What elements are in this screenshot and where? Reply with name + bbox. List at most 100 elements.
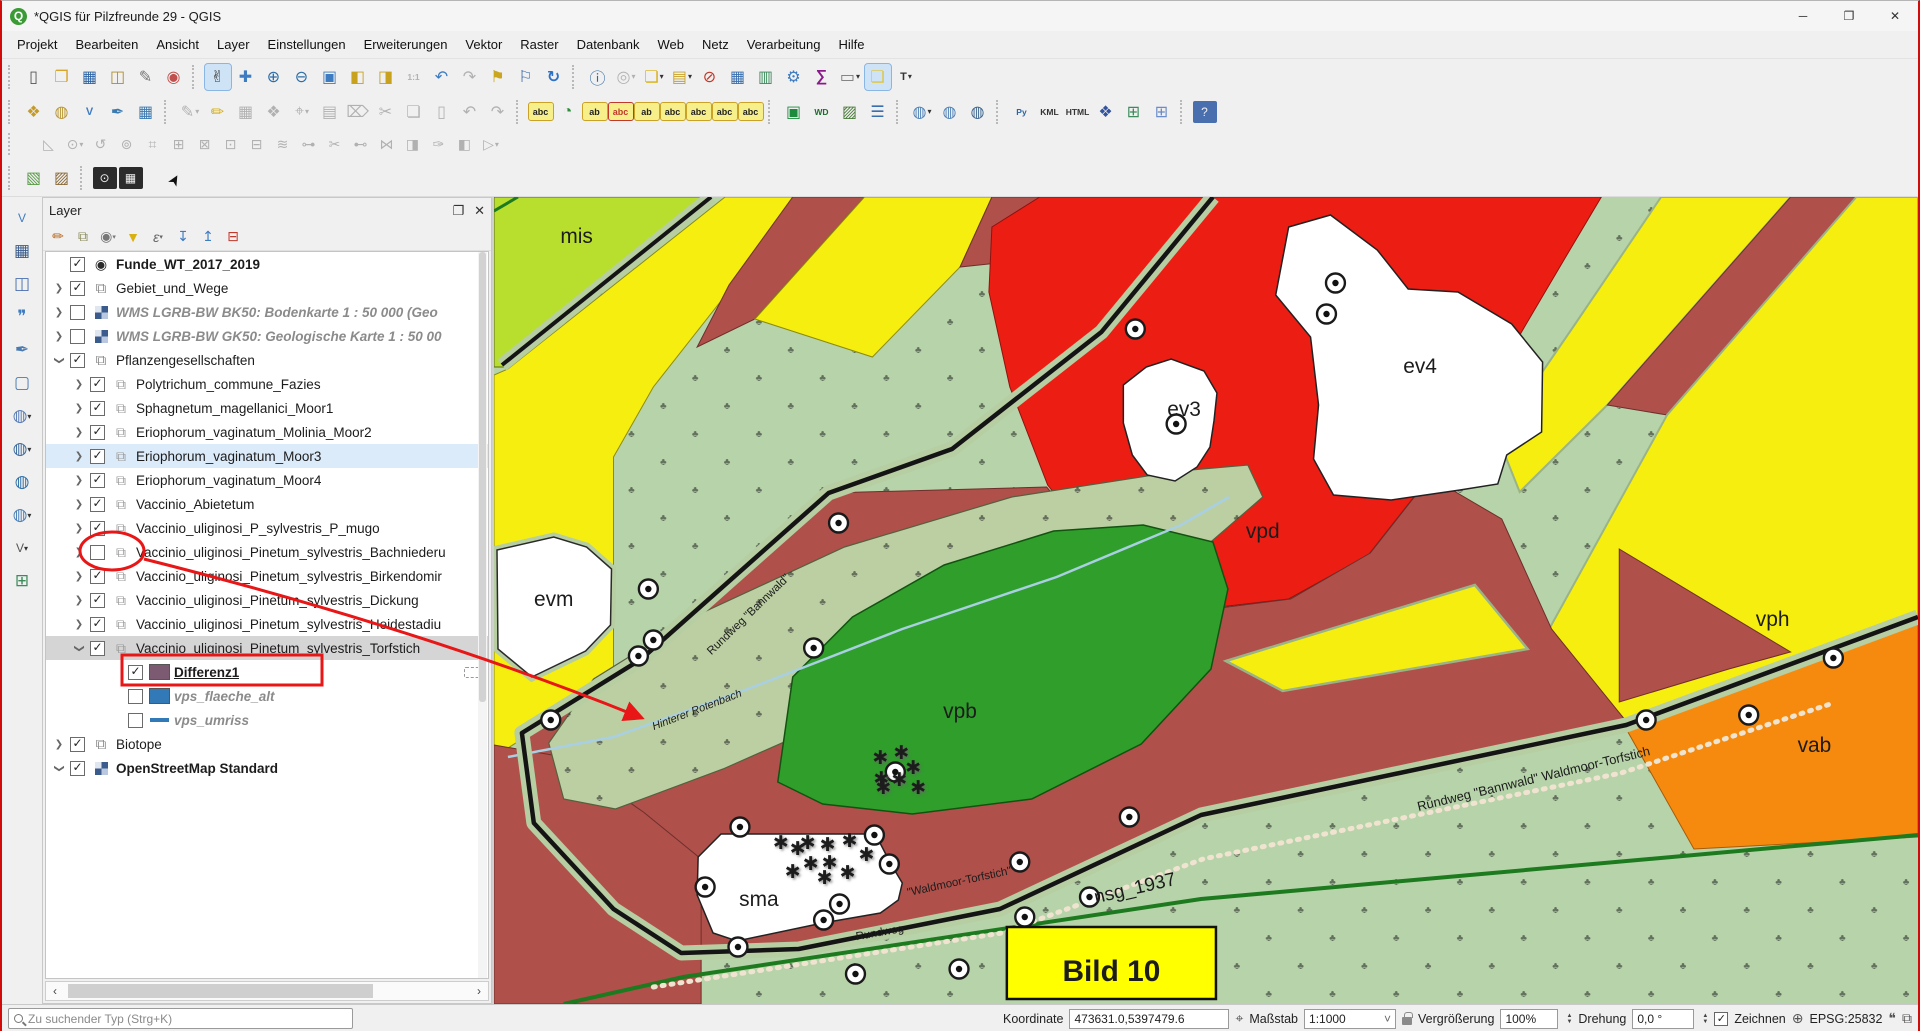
layer-tree-row[interactable]: Vaccinio_uliginosi_Pinetum_sylvestris_To…	[46, 636, 488, 660]
photo-plugin-icon[interactable]: ▨	[837, 99, 863, 125]
undo-icon[interactable]: ↶	[457, 99, 483, 125]
text-annotation-icon[interactable]: T▾	[893, 64, 919, 90]
layer-name[interactable]: vps_flaeche_alt	[174, 689, 275, 704]
layer-checkbox[interactable]	[128, 689, 143, 704]
layer-tree-row[interactable]: Vaccinio_uliginosi_P_sylvestris_P_mugo	[46, 516, 488, 540]
layer-checkbox[interactable]	[90, 545, 105, 560]
zoom-native-icon[interactable]: 1:1	[401, 64, 427, 90]
rotation-spinner[interactable]: ▲▼	[1702, 1013, 1708, 1025]
tree-vertical-scrollbar[interactable]	[478, 252, 487, 978]
crs-value[interactable]: EPSG:25832	[1809, 1012, 1882, 1026]
layer-name[interactable]: Vaccinio_uliginosi_P_sylvestris_P_mugo	[136, 521, 380, 536]
merge-features-icon[interactable]: ⋈	[375, 133, 399, 155]
add-layer-stack-icon[interactable]: ❖	[21, 99, 47, 125]
layer-checkbox[interactable]	[90, 449, 105, 464]
add-delimited-text-icon[interactable]: ❞	[8, 304, 36, 330]
layer-name[interactable]: Polytrichum_commune_Fazies	[136, 377, 321, 392]
layer-name[interactable]: Vaccinio_uliginosi_Pinetum_sylvestris_He…	[136, 617, 441, 632]
plugin-blue-icon[interactable]: ❖	[1093, 99, 1119, 125]
zoom-to-layer-icon[interactable]: ◧	[345, 64, 371, 90]
layer-name[interactable]: Eriophorum_vaginatum_Molinia_Moor2	[136, 425, 372, 440]
layer-checkbox[interactable]	[128, 665, 143, 680]
scrollbar-thumb[interactable]	[68, 984, 373, 998]
toolbar-grip[interactable]	[572, 65, 580, 89]
new-print-layout-icon[interactable]: ◫	[105, 64, 131, 90]
rotate-feature-icon[interactable]: ↺	[89, 133, 113, 155]
layer-tree-row[interactable]: Gebiet_und_Wege	[46, 276, 488, 300]
scale-combobox[interactable]: 1:1000 ˅	[1304, 1009, 1396, 1029]
coordinate-input[interactable]: 473631.0,5397479.6	[1069, 1009, 1229, 1029]
change-label-icon[interactable]: abc	[739, 103, 763, 120]
layer-tree-row[interactable]: WMS LGRB-BW GK50: Geologische Karte 1 : …	[46, 324, 488, 348]
add-gpx-layer-icon[interactable]: ▢	[8, 370, 36, 396]
fill-ring-icon[interactable]: ⊠	[193, 133, 217, 155]
layer-tree-row[interactable]: vps_flaeche_alt	[46, 684, 488, 708]
toolbar-grip[interactable]	[8, 65, 16, 89]
menu-item[interactable]: Vektor	[456, 33, 511, 56]
layer-tree-row[interactable]: Differenz1	[46, 660, 488, 684]
rotate-label-icon[interactable]: abc	[713, 103, 737, 120]
processing-toolbox-icon[interactable]: ⚙	[781, 64, 807, 90]
layer-checkbox[interactable]	[70, 761, 85, 776]
layer-name[interactable]: Vaccinio_uliginosi_Pinetum_sylvestris_To…	[136, 641, 420, 656]
layer-diagram-icon[interactable]: ◔	[555, 99, 581, 125]
color-grid-icon[interactable]: ⊞	[1121, 99, 1147, 125]
offset-curve-icon[interactable]: ⊶	[297, 133, 321, 155]
maximize-button[interactable]: ❐	[1826, 1, 1872, 31]
new-geopackage-icon[interactable]: V	[77, 99, 103, 125]
expander-icon[interactable]	[50, 307, 68, 318]
open-project-icon[interactable]: ❐	[49, 64, 75, 90]
add-postgis-icon[interactable]: ◍▾	[8, 403, 36, 429]
search-globe-icon[interactable]: ◍	[937, 99, 963, 125]
layout-manager-icon[interactable]: ✎	[133, 64, 159, 90]
layer-checkbox[interactable]	[90, 641, 105, 656]
menu-item[interactable]: Web	[648, 33, 693, 56]
magnifier-input[interactable]: 100%	[1500, 1009, 1558, 1029]
identify-features-icon[interactable]: ⓘ	[585, 64, 611, 90]
new-project-icon[interactable]: ▯	[21, 64, 47, 90]
layer-tree-row[interactable]: Vaccinio_uliginosi_Pinetum_sylvestris_Bi…	[46, 564, 488, 588]
layer-tree-row[interactable]: Vaccinio_uliginosi_Pinetum_sylvestris_Ba…	[46, 540, 488, 564]
layer-name[interactable]: WMS LGRB-BW GK50: Geologische Karte 1 : …	[116, 329, 442, 344]
menu-item[interactable]: Netz	[693, 33, 738, 56]
mouse-position-icon[interactable]: ⌖	[1235, 1010, 1243, 1027]
rotation-input[interactable]: 0,0 °	[1632, 1009, 1694, 1029]
modify-attributes-icon[interactable]: ▤	[317, 99, 343, 125]
minimize-button[interactable]: ─	[1780, 1, 1826, 31]
add-wfs-layer-icon[interactable]: ◍▾	[8, 436, 36, 462]
copy-features-icon[interactable]: ❏	[401, 99, 427, 125]
filter-expression-icon[interactable]: ε▾	[147, 226, 169, 248]
layer-checkbox[interactable]	[90, 569, 105, 584]
expander-icon[interactable]	[70, 427, 88, 438]
menu-item[interactable]: Bearbeiten	[66, 33, 147, 56]
layer-checkbox[interactable]	[128, 713, 143, 728]
html-tools-icon[interactable]: HTML	[1065, 99, 1091, 125]
delete-part-icon[interactable]: ⊟	[245, 133, 269, 155]
move-feature-icon[interactable]: ⊙▾	[63, 133, 87, 155]
render-checkbox[interactable]	[1714, 1012, 1728, 1026]
expander-icon[interactable]	[70, 403, 88, 414]
toolbar-grip[interactable]	[996, 100, 1004, 124]
layer-tree-row[interactable]: vps_umriss	[46, 708, 488, 732]
refresh-map-icon[interactable]: ↻	[541, 64, 567, 90]
select-by-value-icon[interactable]: ▤▾	[669, 64, 695, 90]
layer-labeling-icon[interactable]: abc	[529, 103, 553, 120]
layer-tree-row[interactable]: OpenStreetMap Standard	[46, 756, 488, 780]
layer-tree-row[interactable]: Vaccinio_Abietetum	[46, 492, 488, 516]
current-edits-icon[interactable]: ✎▾	[177, 99, 203, 125]
add-vector-layer-icon[interactable]: V	[8, 205, 36, 231]
close-button[interactable]: ✕	[1872, 1, 1918, 31]
cut-features-icon[interactable]: ✂	[373, 99, 399, 125]
delete-ring-icon[interactable]: ⊡	[219, 133, 243, 155]
toolbar-grip[interactable]	[8, 166, 16, 190]
add-feature-icon[interactable]: ❖	[261, 99, 287, 125]
layer-name[interactable]: Vaccinio_uliginosi_Pinetum_sylvestris_Ba…	[136, 545, 446, 560]
db-manager-icon[interactable]: ☰	[865, 99, 891, 125]
scroll-left-icon[interactable]: ‹	[46, 984, 64, 998]
split-features-icon[interactable]: ✂	[323, 133, 347, 155]
show-bookmarks-icon[interactable]: ⚐	[513, 64, 539, 90]
kml-tools-icon[interactable]: KML	[1037, 99, 1063, 125]
toolbar-grip[interactable]	[8, 100, 16, 124]
cad-tools-icon[interactable]: ◺	[37, 133, 61, 155]
layer-tree-row[interactable]: Polytrichum_commune_Fazies	[46, 372, 488, 396]
